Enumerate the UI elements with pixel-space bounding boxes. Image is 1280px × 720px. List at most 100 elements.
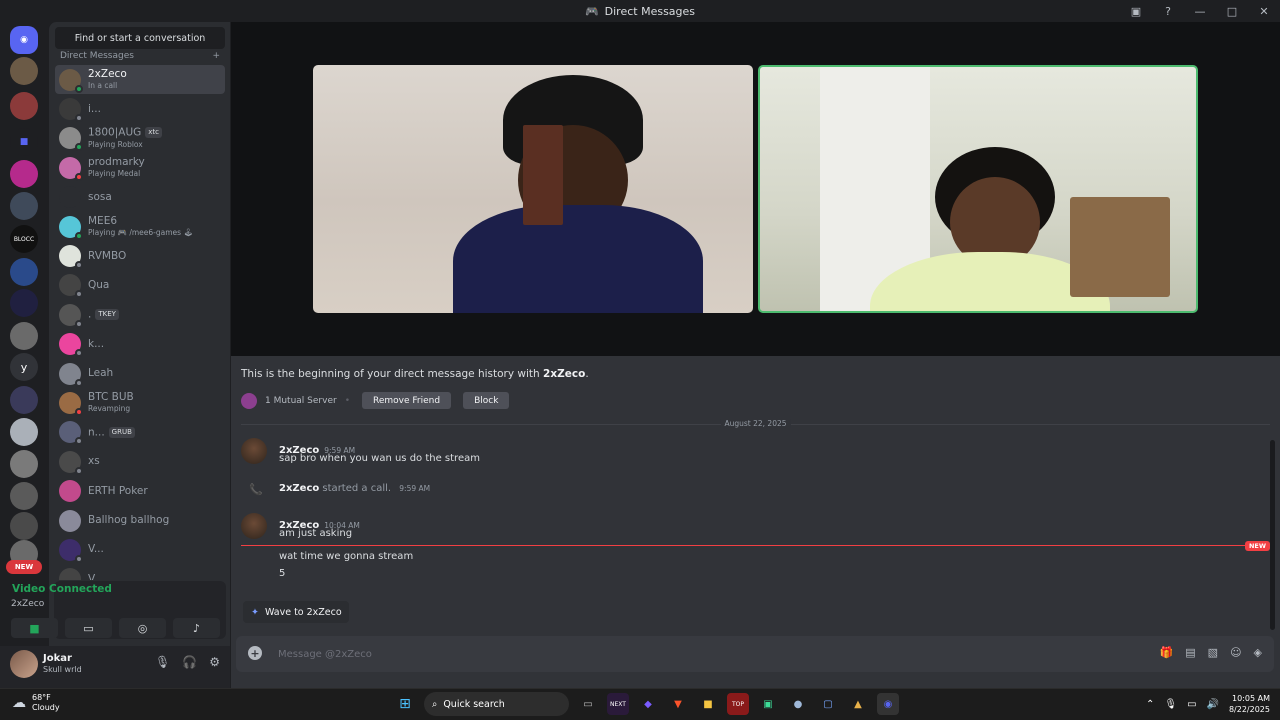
dm-item[interactable]: Ballhog ballhog [55,506,225,535]
volume-icon[interactable]: 🔊 [1207,699,1219,710]
dm-item[interactable]: ERTH Poker [55,476,225,505]
avatar [59,509,81,532]
block-button[interactable]: Block [463,392,510,409]
avatar[interactable] [241,438,267,464]
dm-item[interactable]: k... [55,330,225,359]
inbox-icon[interactable]: ▣ [1120,0,1152,22]
dm-item[interactable]: Leah [55,359,225,388]
taskbar-search[interactable]: ⌕ Quick search [424,692,569,716]
minimize-button[interactable]: — [1184,0,1216,22]
server-icon[interactable] [10,322,38,350]
dm-item[interactable]: Qua [55,271,225,300]
dm-item[interactable]: V... [55,565,225,580]
network-icon[interactable]: ▭ [1187,699,1196,710]
microphone-icon[interactable]: 🎙 [155,655,170,669]
gif-icon[interactable]: ▤ [1185,646,1195,659]
dm-item[interactable]: BTC BUB Revamping [55,388,225,417]
screen-share-button[interactable]: ▭ [65,618,112,638]
app-icon[interactable]: ▣ [757,693,779,715]
help-icon[interactable]: ? [1152,0,1184,22]
call-starter[interactable]: 2xZeco [279,483,319,494]
app-icon[interactable]: ▲ [847,693,869,715]
steam-icon[interactable]: ● [787,693,809,715]
voice-channel[interactable]: 2xZeco [11,599,44,609]
emoji-icon[interactable]: ☺ [1230,646,1241,659]
add-dm-button[interactable]: + [212,51,220,61]
weather-widget[interactable]: ☁ 68°F Cloudy [12,693,60,713]
server-icon[interactable] [10,192,38,220]
app-icon[interactable]: ◆ [637,693,659,715]
message[interactable]: 2xZeco 10:04 AM am just asking wat time w… [241,513,841,583]
server-icon[interactable] [10,450,38,478]
apps-icon[interactable]: ◈ [1254,646,1262,659]
soundboard-button[interactable]: ♪ [173,618,220,638]
find-conversation-button[interactable]: Find or start a conversation [55,27,225,49]
date-label: August 22, 2025 [720,419,791,428]
dm-name: MEE6 [88,216,193,227]
microphone-icon[interactable]: 🎙 [1164,699,1177,710]
server-icon[interactable] [10,418,38,446]
server-icon[interactable]: BLOCC [10,225,38,253]
app-icon[interactable]: ▢ [817,693,839,715]
dm-name-text: prodmarky [88,156,145,168]
add-attachment-button[interactable]: + [248,646,262,660]
wave-button[interactable]: ✦ Wave to 2xZeco [243,601,349,623]
avatar [59,333,83,358]
video-tile[interactable] [313,65,753,313]
folder-icon[interactable]: ■ [10,128,38,156]
dm-item[interactable]: 1800|AUG xtc Playing Roblox [55,124,225,153]
message[interactable]: 2xZeco 9:59 AM sap bro when you wan us do… [241,438,841,468]
mutual-servers[interactable]: 1 Mutual Server [265,396,337,406]
settings-gear-icon[interactable]: ⚙ [209,655,220,669]
activity-button[interactable]: ◎ [119,618,166,638]
username[interactable]: Jokar [43,653,72,664]
dm-item[interactable]: xs [55,447,225,476]
remove-friend-button[interactable]: Remove Friend [362,392,452,409]
server-icon[interactable] [10,57,38,85]
dm-item[interactable]: V... [55,535,225,564]
dm-item[interactable]: n... GRUB [55,418,225,447]
headphones-icon[interactable]: 🎧 [182,655,197,669]
server-icon[interactable] [10,386,38,414]
dm-item[interactable]: prodmarky Playing Medal [55,153,225,182]
maximize-button[interactable]: □ [1216,0,1248,22]
avatar[interactable] [10,650,38,678]
camera-button[interactable]: ■ [11,618,58,638]
server-icon[interactable] [10,258,38,286]
video-tile-speaking[interactable] [758,65,1198,313]
server-icon[interactable] [10,92,38,120]
status-dot [75,554,83,563]
home-button[interactable]: ◉ [10,26,38,54]
dm-item[interactable]: MEE6 Playing 🎮 /mee6-games 🕹 [55,212,225,241]
sticker-icon[interactable]: ▧ [1208,646,1218,659]
folder-icon[interactable]: ■ [697,693,719,715]
dm-item[interactable]: sosa [55,183,225,212]
chevron-up-icon[interactable]: ⌃ [1146,699,1154,710]
dm-item[interactable]: . TKEY [55,300,225,329]
server-icon[interactable] [10,289,38,317]
voice-status[interactable]: Video Connected [12,583,112,595]
app-icon[interactable]: TOP [727,693,749,715]
app-icon[interactable]: NEXT [607,693,629,715]
server-icon[interactable] [10,160,38,188]
server-letter[interactable]: y [10,353,38,381]
message-input[interactable] [278,644,1078,664]
dm-name-text: . [88,309,92,321]
close-button[interactable]: ✕ [1248,0,1280,22]
dm-activity: Playing Roblox [88,139,143,149]
gift-icon[interactable]: 🎁 [1160,646,1174,659]
discord-taskbar-icon[interactable]: ◉ [877,693,899,715]
dm-item[interactable]: RVMBO [55,241,225,270]
file-explorer-icon[interactable]: ▭ [577,693,599,715]
avatar[interactable] [241,513,267,539]
new-badge[interactable]: NEW [6,560,42,574]
dm-item[interactable]: i... [55,94,225,123]
dm-name-text: n... [88,426,105,439]
server-icon[interactable] [10,512,38,540]
brave-icon[interactable]: ▼ [667,693,689,715]
start-button[interactable]: ⊞ [394,693,416,715]
clock[interactable]: 10:05 AM 8/22/2025 [1229,693,1270,715]
server-icon[interactable] [10,482,38,510]
scrollbar[interactable] [1270,440,1275,630]
dm-item[interactable]: 2xZeco In a call [55,65,225,95]
